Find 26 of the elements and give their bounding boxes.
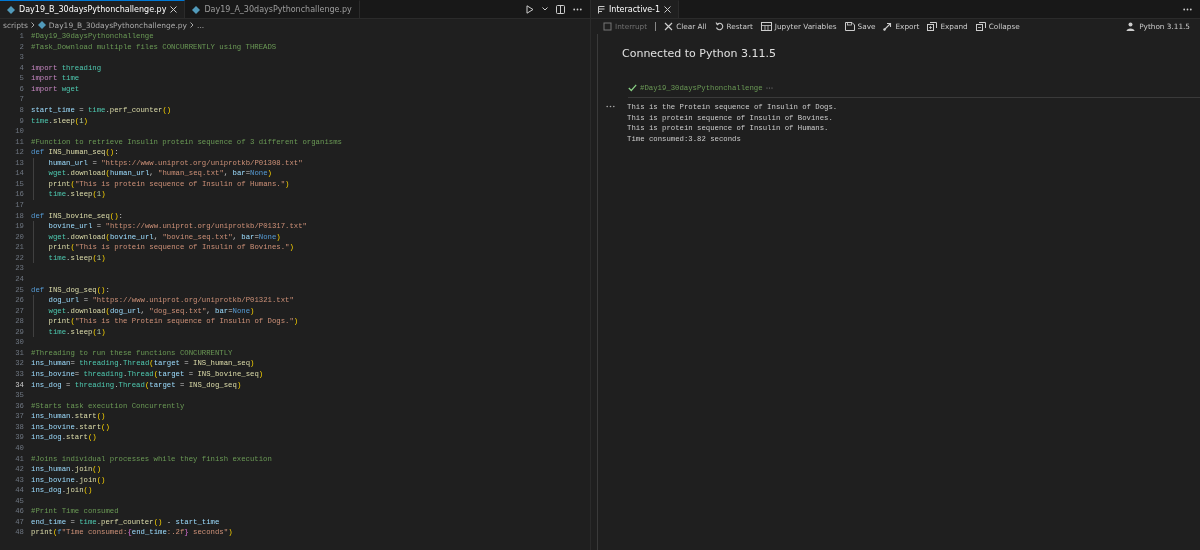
more-icon[interactable]	[606, 105, 615, 108]
restart-icon	[714, 22, 724, 31]
table-icon	[760, 22, 772, 31]
export-icon	[883, 22, 893, 31]
expand-icon	[927, 22, 938, 31]
python-file-icon	[192, 5, 201, 14]
editor-tab[interactable]: Day19_B_30daysPythonchallenge.py	[0, 0, 186, 18]
close-icon[interactable]	[664, 6, 672, 13]
connection-status: Connected to Python 3.11.5	[621, 46, 777, 60]
person-icon	[1126, 22, 1136, 31]
split-editor-icon[interactable]	[556, 4, 565, 14]
more-icon[interactable]	[1183, 7, 1192, 11]
caret-icon[interactable]	[542, 7, 548, 11]
save-icon	[844, 22, 855, 31]
interactive-tab[interactable]: Interactive-1	[591, 0, 680, 18]
more-icon[interactable]	[573, 7, 582, 11]
collapse-icon	[975, 22, 986, 31]
chevron-icon	[190, 22, 195, 28]
document-icon	[598, 5, 605, 14]
python-file-icon	[37, 21, 46, 29]
python-file-icon	[7, 5, 15, 14]
run-icon[interactable]	[526, 4, 534, 14]
close-icon	[664, 22, 674, 31]
stop-icon	[603, 22, 612, 31]
close-icon[interactable]	[170, 6, 178, 13]
chevron-icon	[30, 22, 35, 28]
